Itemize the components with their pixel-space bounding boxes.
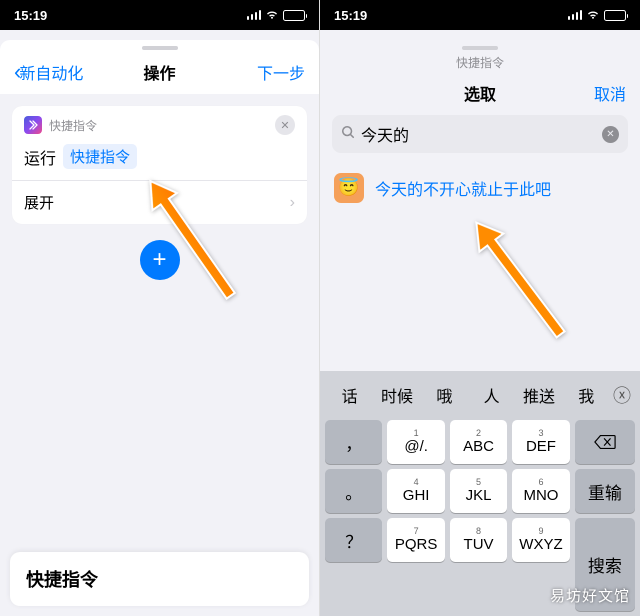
battery-icon bbox=[283, 10, 305, 21]
suggestion[interactable]: 我 bbox=[563, 377, 610, 413]
card-body: 运行 快捷指令 bbox=[12, 144, 307, 180]
wifi-icon bbox=[586, 10, 600, 20]
shortcuts-app-icon bbox=[24, 116, 42, 134]
status-bar: 15:19 bbox=[320, 0, 640, 30]
sheet: ‹新自动化 操作 下一步 bbox=[0, 40, 319, 94]
suggestion[interactable]: 推送 bbox=[515, 377, 562, 413]
chevron-right-icon: › bbox=[290, 194, 295, 212]
key-8[interactable]: 8TUV bbox=[450, 518, 507, 562]
signal-icon bbox=[247, 10, 262, 20]
search-input[interactable]: 今天的 bbox=[361, 122, 596, 146]
close-suggestions-button[interactable]: ⓧ bbox=[610, 383, 634, 407]
search-icon bbox=[341, 125, 355, 143]
next-button[interactable]: 下一步 bbox=[257, 60, 305, 84]
run-label: 运行 bbox=[24, 145, 56, 169]
status-time: 15:19 bbox=[334, 8, 367, 23]
card-app-label: 快捷指令 bbox=[49, 117, 268, 134]
signal-icon bbox=[568, 10, 583, 20]
suggestion[interactable]: 时候 bbox=[373, 377, 420, 413]
sheet-subtitle: 快捷指令 bbox=[320, 50, 640, 71]
key-4[interactable]: 4GHI bbox=[387, 469, 444, 513]
nav-bar: 选取 取消 bbox=[320, 71, 640, 115]
shortcut-result-icon: 😇 bbox=[334, 173, 364, 203]
clear-search-button[interactable]: ✕ bbox=[602, 126, 619, 143]
wifi-icon bbox=[265, 10, 279, 20]
key-5[interactable]: 5JKL bbox=[450, 469, 507, 513]
battery-icon bbox=[604, 10, 626, 21]
content-area: 快捷指令 ✕ 运行 快捷指令 展开 › + bbox=[0, 94, 319, 616]
search-result[interactable]: 😇 今天的不开心就止于此吧 bbox=[320, 163, 640, 213]
status-bar: 15:19 bbox=[0, 0, 319, 30]
results-area: 😇 今天的不开心就止于此吧 bbox=[320, 163, 640, 371]
bottom-sheet[interactable]: 快捷指令 bbox=[10, 552, 309, 606]
search-bar[interactable]: 今天的 ✕ bbox=[332, 115, 628, 153]
shortcut-param[interactable]: 快捷指令 bbox=[63, 144, 137, 169]
clear-action-button[interactable]: ✕ bbox=[275, 115, 295, 135]
sheet: 快捷指令 选取 取消 今天的 ✕ bbox=[320, 40, 640, 163]
nav-title: 操作 bbox=[143, 60, 175, 84]
key-7[interactable]: 7PQRS bbox=[387, 518, 444, 562]
action-card: 快捷指令 ✕ 运行 快捷指令 展开 › bbox=[12, 106, 307, 224]
cancel-button[interactable]: 取消 bbox=[594, 81, 626, 105]
phone-right: 15:19 快捷指令 选取 取消 今天的 ✕ 😇 今天的不开心就止于此吧 🐯 bbox=[320, 0, 640, 616]
expand-row[interactable]: 展开 › bbox=[12, 180, 307, 224]
result-text: 今天的不开心就止于此吧 bbox=[375, 176, 551, 200]
nav-bar: ‹新自动化 操作 下一步 bbox=[0, 50, 319, 94]
key-period[interactable]: 。 bbox=[325, 469, 382, 513]
key-question[interactable]: ？ bbox=[325, 518, 382, 562]
key-comma[interactable]: ， bbox=[325, 420, 382, 464]
suggestion[interactable]: 哦 bbox=[421, 377, 468, 413]
key-9[interactable]: 9WXYZ bbox=[512, 518, 569, 562]
watermark: 易坊好文馆 bbox=[550, 585, 630, 606]
status-time: 15:19 bbox=[14, 8, 47, 23]
suggestion-bar: 话 时候 哦 人 推送 我 ⓧ bbox=[320, 375, 640, 415]
suggestion[interactable]: 人 bbox=[468, 377, 515, 413]
key-retype[interactable]: 重输 bbox=[575, 469, 635, 513]
card-header: 快捷指令 ✕ bbox=[12, 106, 307, 144]
key-delete[interactable] bbox=[575, 420, 635, 464]
suggestion[interactable]: 话 bbox=[326, 377, 373, 413]
phone-left: 15:19 ‹新自动化 操作 下一步 快捷指令 ✕ 运行 快捷指令 bbox=[0, 0, 320, 616]
back-button[interactable]: ‹新自动化 bbox=[14, 59, 83, 85]
key-1[interactable]: 1@/. bbox=[387, 420, 444, 464]
key-3[interactable]: 3DEF bbox=[512, 420, 569, 464]
keyboard: 🐯 话 时候 哦 人 推送 我 ⓧ ， 1@/. 2ABC 3DEF 。 4GH… bbox=[320, 371, 640, 616]
add-action-button[interactable]: + bbox=[140, 240, 180, 280]
key-6[interactable]: 6MNO bbox=[512, 469, 569, 513]
key-2[interactable]: 2ABC bbox=[450, 420, 507, 464]
nav-title: 选取 bbox=[464, 81, 496, 105]
